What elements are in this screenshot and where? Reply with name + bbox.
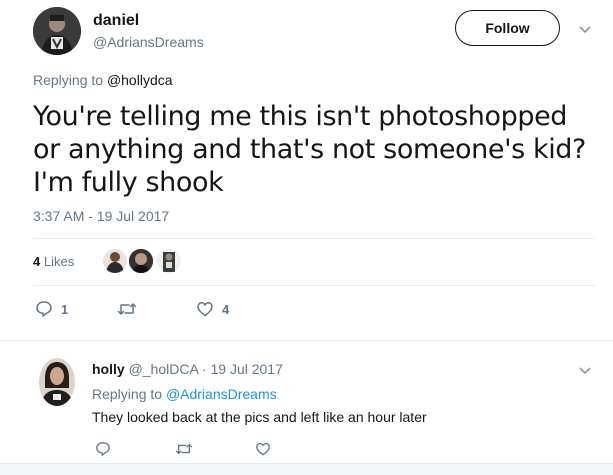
reply-action[interactable]: [95, 441, 111, 462]
divider: [33, 285, 595, 286]
like-count: 4: [222, 301, 230, 317]
replying-to-link[interactable]: @AdriansDreams: [166, 386, 277, 402]
divider: [33, 238, 595, 239]
heart-icon: [197, 302, 213, 317]
reply-replying-to: Replying to @AdriansDreams: [92, 386, 277, 402]
liker-photo: [103, 249, 127, 273]
separator-dot: ·: [198, 361, 211, 377]
retweet-icon: [175, 443, 193, 455]
reply-action[interactable]: 1: [35, 300, 68, 318]
reply-date[interactable]: 19 Jul 2017: [210, 361, 282, 377]
likes-count[interactable]: 4 Likes: [33, 254, 74, 269]
chevron-down-icon[interactable]: [578, 22, 592, 36]
heart-icon: [256, 442, 270, 456]
main-tweet: daniel @AdriansDreams Follow Replying to…: [0, 0, 613, 340]
reply-icon: [96, 442, 110, 456]
tweet-text: You're telling me this isn't photoshoppe…: [33, 101, 586, 198]
reply-text: They looked back at the pics and left li…: [92, 409, 427, 425]
replying-to: Replying to @hollydca: [33, 72, 173, 88]
author-name[interactable]: daniel: [93, 12, 139, 30]
author-avatar[interactable]: [33, 7, 81, 55]
follow-button[interactable]: Follow: [455, 10, 560, 46]
liker-avatar[interactable]: [157, 249, 181, 273]
like-action[interactable]: 4: [196, 300, 229, 318]
reply-author-avatar[interactable]: [39, 358, 75, 406]
chevron-down-icon[interactable]: [578, 363, 592, 377]
likes-label: Likes: [40, 254, 75, 269]
reply-tweet[interactable]: holly @_holDCA · 19 Jul 2017 Replying to…: [0, 340, 613, 475]
retweet-action[interactable]: [117, 300, 137, 318]
liker-avatar[interactable]: [103, 249, 127, 273]
liker-photo: [129, 249, 153, 273]
retweet-action[interactable]: [175, 441, 193, 462]
reply-author-name[interactable]: holly: [92, 361, 125, 377]
avatar-photo: [33, 7, 81, 55]
author-handle[interactable]: @AdriansDreams: [93, 34, 204, 50]
reply-header: holly @_holDCA · 19 Jul 2017: [92, 361, 283, 377]
reply-author-handle[interactable]: @_holDCA: [129, 361, 198, 377]
retweet-icon: [117, 303, 137, 315]
liker-photo: [157, 249, 181, 273]
replying-prefix: Replying to: [92, 386, 166, 402]
tweet-timestamp[interactable]: 3:37 AM - 19 Jul 2017: [33, 208, 169, 224]
replying-to-link[interactable]: @hollydca: [107, 72, 173, 88]
replying-prefix: Replying to: [33, 72, 107, 88]
reply-icon: [36, 301, 52, 317]
avatar-photo: [39, 358, 75, 406]
bottom-divider: [0, 463, 613, 475]
like-action[interactable]: [255, 441, 271, 462]
liker-avatar[interactable]: [129, 249, 153, 273]
reply-count: 1: [61, 301, 69, 317]
